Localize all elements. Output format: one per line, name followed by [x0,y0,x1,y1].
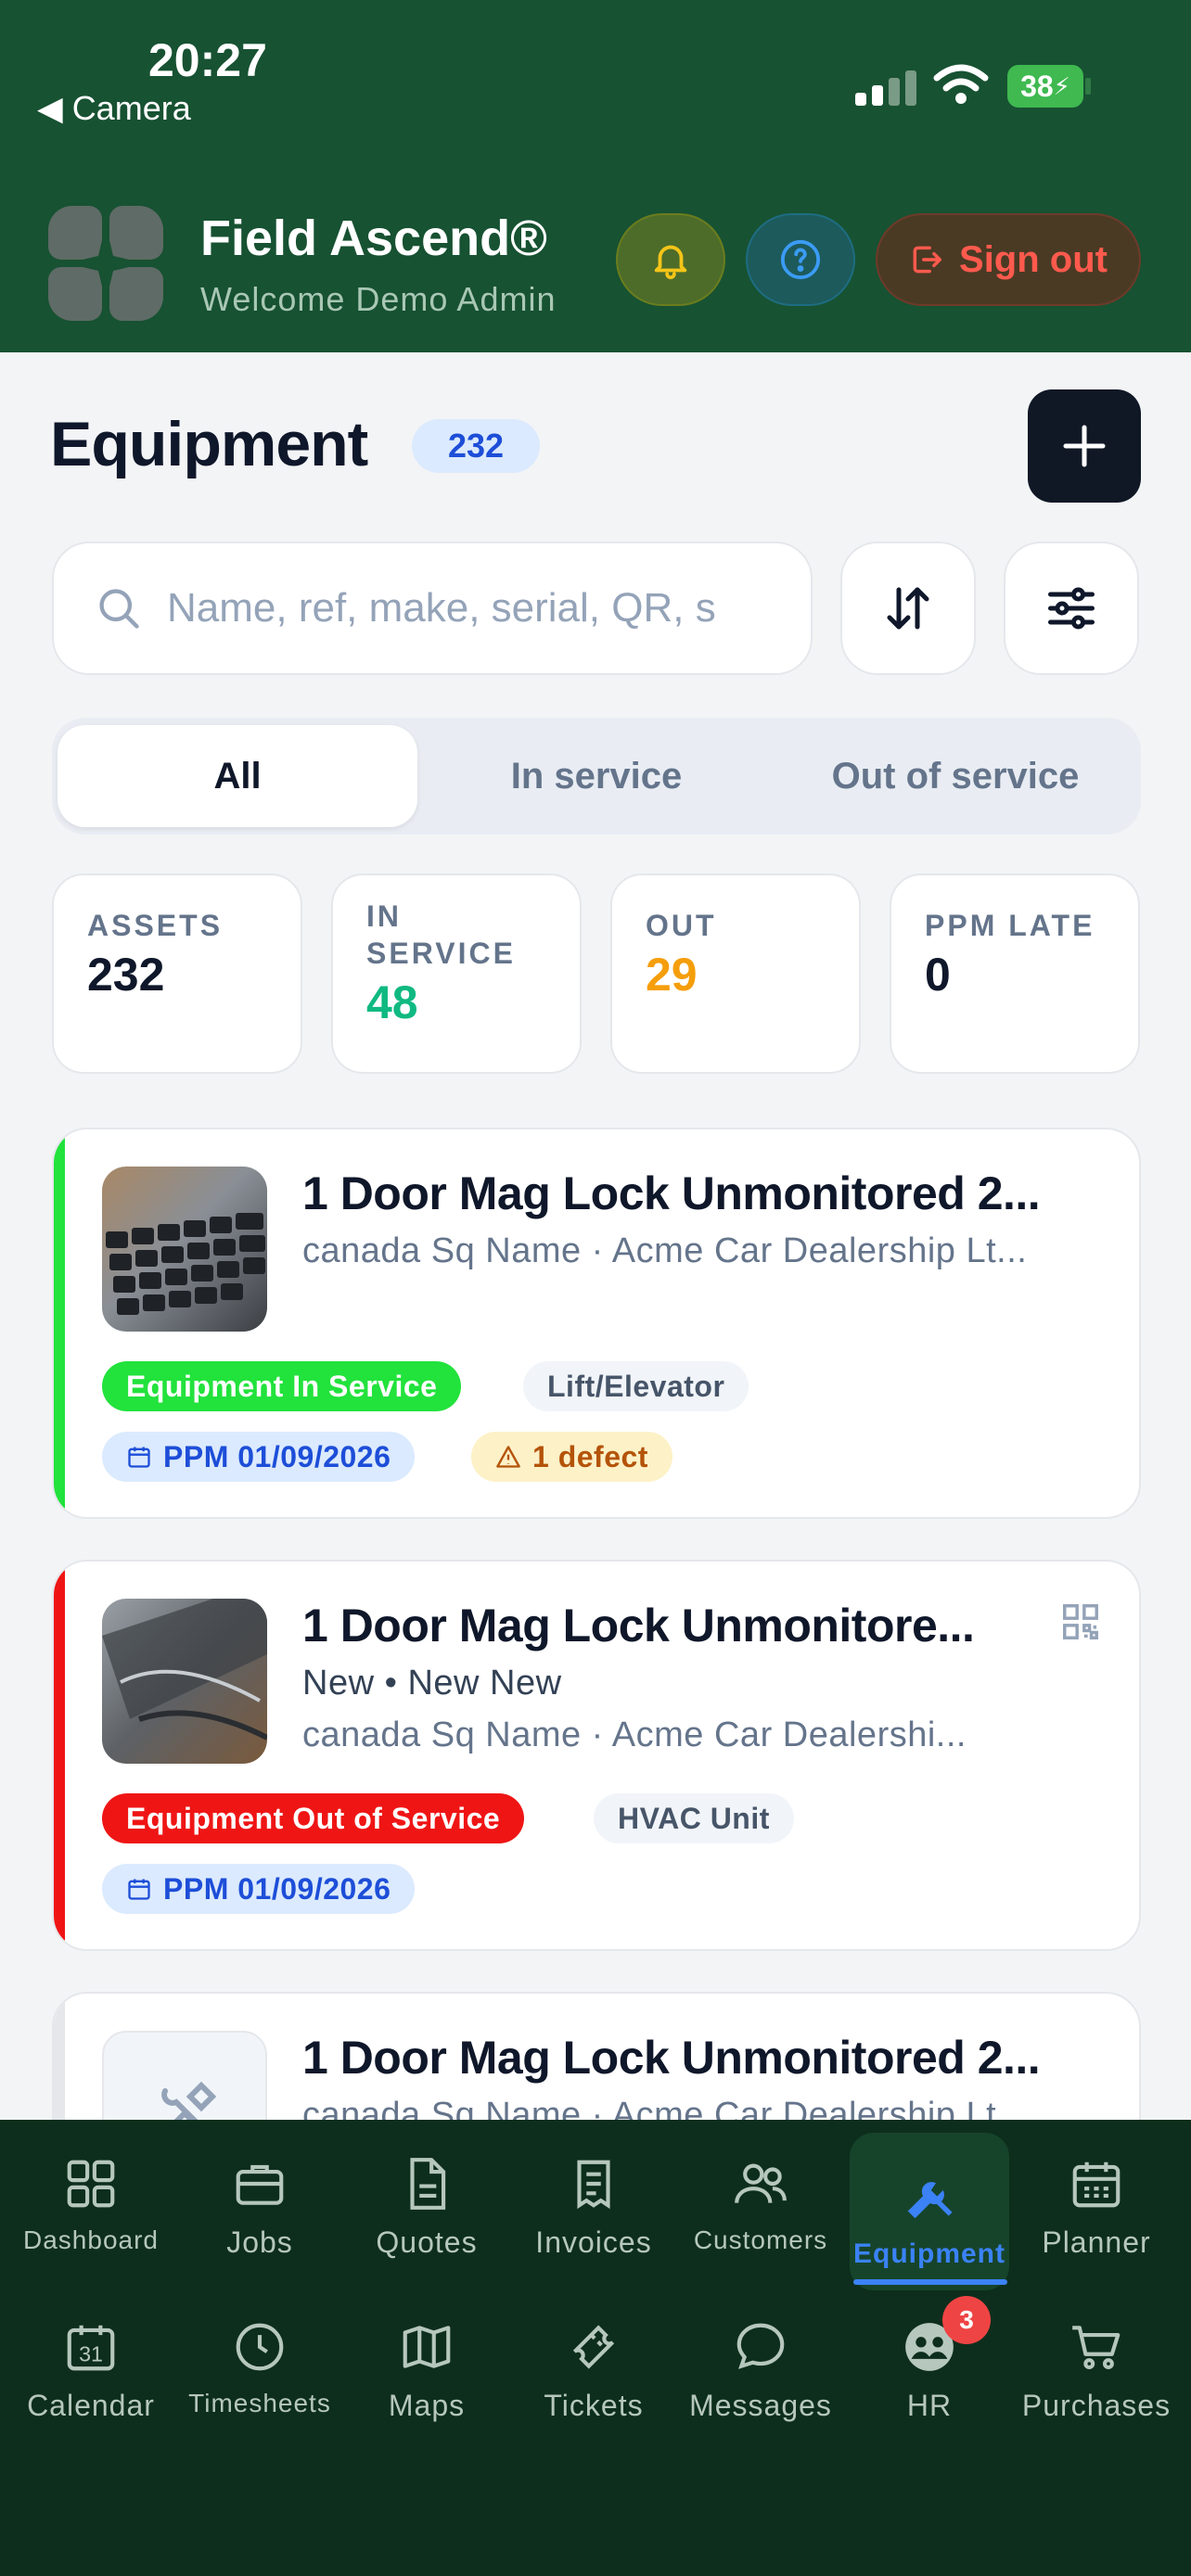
category-badge: Lift/Elevator [523,1361,749,1411]
stat-in-service: IN SERVICE 48 [331,874,582,1074]
status-time: 20:27 [148,34,267,86]
card-meta: New • New New [302,1664,562,1702]
card-title: 1 Door Mag Lock Unmonitored 2... [302,2032,1041,2084]
notifications-button[interactable] [616,213,725,306]
nav-calendar[interactable]: 31 Calendar [11,2283,171,2441]
stat-label: IN SERVICE [366,899,516,970]
sign-out-button[interactable]: Sign out [876,213,1141,306]
ticket-icon [572,2325,615,2369]
card-location: canada Sq Name · Acme Car Dealership Lt.… [302,1231,1028,1270]
help-icon [780,239,821,280]
tab-all[interactable]: All [58,725,417,827]
cellular-signal-icon [855,70,916,106]
ppm-badge: PPM 01/09/2026 [102,1432,416,1482]
users-icon [735,2163,787,2203]
clock-icon [236,2323,284,2371]
active-tab-indicator [853,2279,1007,2285]
category-badge: HVAC Unit [594,1793,794,1843]
qr-code-icon[interactable] [1059,1600,1102,1643]
equipment-photo [102,1599,267,1764]
stat-value: 29 [646,949,698,1001]
ppm-badge: PPM 01/09/2026 [102,1864,416,1914]
sliders-icon [1048,587,1095,630]
status-badge: Equipment In Service [102,1361,462,1411]
wifi-icon [933,64,989,104]
nav-timesheets[interactable]: Timesheets [180,2283,339,2441]
status-stripe [54,1129,65,1517]
nav-planner[interactable]: Planner [1017,2120,1176,2277]
cart-icon [1072,2326,1121,2370]
nav-equipment[interactable]: Equipment [850,2133,1009,2290]
nav-jobs[interactable]: Jobs [180,2120,339,2277]
back-to-camera[interactable]: ◀ Camera [37,89,191,128]
stat-value: 48 [366,976,418,1028]
status-filter-tabs: All In service Out of service [52,718,1141,835]
chat-icon [736,2323,785,2369]
card-title: 1 Door Mag Lock Unmonitore... [302,1600,975,1651]
tab-out-of-service[interactable]: Out of service [775,725,1135,827]
calendar-grid-icon [1072,2162,1121,2208]
status-stripe [54,1562,65,1949]
stat-label: PPM LATE [925,909,1095,942]
add-equipment-button[interactable] [1028,389,1141,503]
equipment-card[interactable]: 1 Door Mag Lock Unmonitore... New • New … [52,1560,1141,1951]
nav-tickets[interactable]: Tickets [514,2283,673,2441]
briefcase-icon [236,2164,284,2205]
svg-text:31: 31 [79,2342,103,2366]
nav-messages[interactable]: Messages [681,2283,840,2441]
stat-value: 0 [925,949,951,1001]
sort-button[interactable] [840,542,976,675]
grid-icon [67,2160,115,2208]
warning-icon [496,1446,520,1468]
receipt-icon [577,2160,610,2210]
equipment-card[interactable]: 1 Door Mag Lock Unmonitored 2... canada … [52,1128,1141,1519]
page-title: Equipment [50,409,368,479]
hr-notification-badge: 3 [942,2296,991,2344]
nav-quotes[interactable]: Quotes [347,2120,506,2277]
defect-badge: 1 defect [471,1432,672,1482]
stat-label: OUT [646,909,717,942]
stat-label: ASSETS [87,909,224,942]
sign-out-label: Sign out [959,238,1108,280]
app-name: Field Ascend® [200,210,547,266]
plus-icon [1063,425,1106,467]
equipment-photo [102,1167,267,1332]
bell-icon [654,245,687,280]
nav-customers[interactable]: Customers [681,2120,840,2277]
bottom-navigation: Dashboard Jobs Quotes Invoices Customers… [0,2120,1191,2576]
battery-nub [1085,78,1091,95]
stat-value: 232 [87,949,165,1001]
app-logo [48,206,163,321]
nav-purchases[interactable]: Purchases [1017,2283,1176,2441]
document-icon [410,2158,446,2210]
card-location: canada Sq Name · Acme Car Dealershi... [302,1715,967,1754]
calendar-31-icon: 31 [67,2325,115,2371]
help-button[interactable] [746,213,855,306]
equipment-count-badge: 232 [412,419,540,473]
app-header: 20:27 ◀ Camera 38 ⚡ Field Ascend® Welcome… [0,0,1191,352]
search-icon [99,589,139,629]
nav-maps[interactable]: Maps [347,2283,506,2441]
card-title: 1 Door Mag Lock Unmonitored 2... [302,1167,1041,1219]
stat-ppm-late: PPM LATE 0 [890,874,1140,1074]
nav-dashboard[interactable]: Dashboard [11,2120,171,2277]
stat-out: OUT 29 [610,874,861,1074]
stat-assets: ASSETS 232 [52,874,302,1074]
calendar-icon [128,1447,150,1468]
search-input[interactable] [167,585,761,631]
filter-button[interactable] [1004,542,1139,675]
tools-icon [907,2182,953,2219]
calendar-icon [128,1879,150,1900]
battery-indicator: 38 ⚡ [1007,65,1083,108]
welcome-text: Welcome Demo Admin [200,280,557,318]
map-icon [403,2326,451,2368]
sign-out-icon [913,246,942,274]
tab-in-service[interactable]: In service [416,725,776,827]
nav-invoices[interactable]: Invoices [514,2120,673,2277]
sort-arrows-icon [887,587,929,630]
search-box[interactable] [52,542,813,675]
status-badge: Equipment Out of Service [102,1793,525,1843]
